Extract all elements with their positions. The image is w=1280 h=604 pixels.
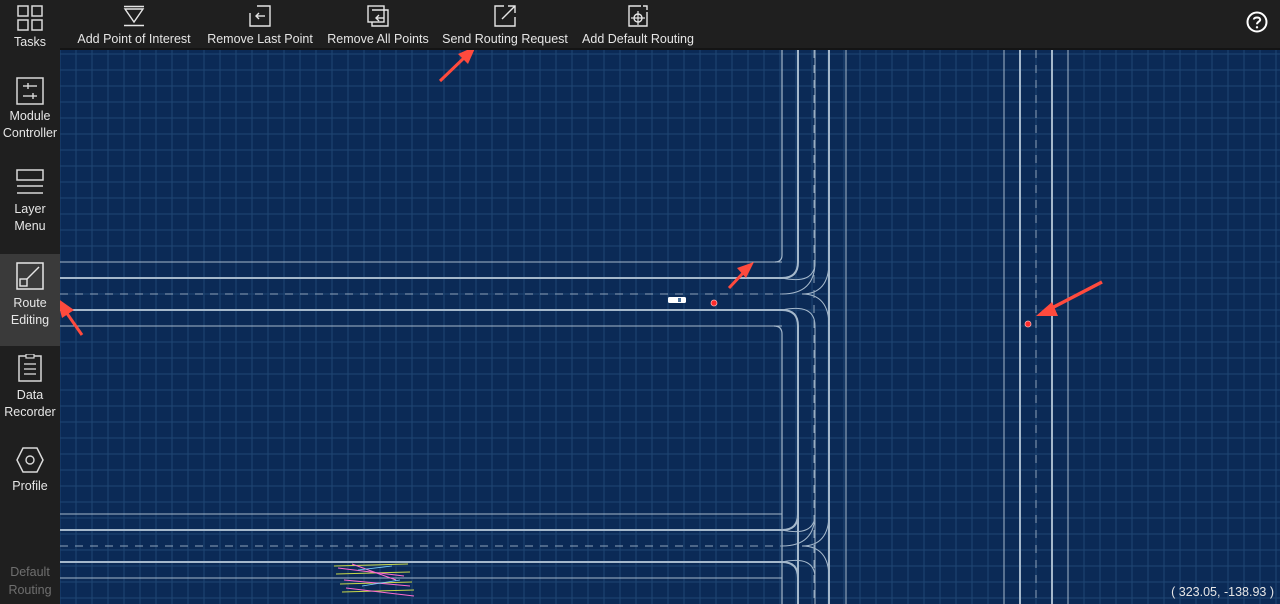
hexagon-icon bbox=[16, 447, 44, 473]
layers-icon bbox=[16, 169, 44, 194]
toolbar-item-label: Remove All Points bbox=[327, 32, 429, 46]
sidebar: Tasks Module Controller Layer Menu Route… bbox=[0, 0, 60, 604]
grid-icon bbox=[17, 5, 43, 31]
sidebar-item-label: Recorder bbox=[4, 405, 56, 419]
toolbar: Add Point of Interest Remove Last Point … bbox=[60, 0, 1280, 50]
remove-last-point-button[interactable]: Remove Last Point bbox=[205, 0, 315, 48]
add-point-icon bbox=[123, 5, 145, 27]
toolbar-item-label: Add Point of Interest bbox=[77, 32, 191, 46]
map-background bbox=[60, 50, 1280, 604]
send-routing-request-button[interactable]: Send Routing Request bbox=[442, 0, 568, 48]
sliders-icon bbox=[16, 77, 44, 105]
sidebar-item-default-routing[interactable]: Default Routing bbox=[0, 561, 60, 604]
routing-point[interactable] bbox=[1024, 320, 1032, 328]
toolbar-item-label: Remove Last Point bbox=[207, 32, 313, 46]
remove-all-icon bbox=[367, 5, 389, 27]
sidebar-item-profile[interactable]: Profile bbox=[0, 440, 60, 500]
send-request-icon bbox=[494, 5, 516, 27]
sidebar-item-layer-menu[interactable]: Layer Menu bbox=[0, 162, 60, 242]
default-routing-icon bbox=[628, 5, 648, 27]
sidebar-item-route-editing[interactable]: Route Editing bbox=[0, 254, 60, 346]
sidebar-item-label: Default bbox=[10, 565, 50, 579]
add-point-of-interest-button[interactable]: Add Point of Interest bbox=[74, 0, 194, 48]
add-default-routing-button[interactable]: Add Default Routing bbox=[580, 0, 696, 48]
sidebar-item-tasks[interactable]: Tasks bbox=[0, 0, 60, 66]
routing-point[interactable] bbox=[710, 299, 718, 307]
map-canvas[interactable] bbox=[60, 50, 1280, 604]
ego-vehicle bbox=[668, 297, 686, 303]
toolbar-item-label: Add Default Routing bbox=[582, 32, 694, 46]
sidebar-item-module-controller[interactable]: Module Controller bbox=[0, 70, 60, 150]
route-icon bbox=[16, 262, 44, 290]
sidebar-item-label: Controller bbox=[2, 126, 58, 140]
sidebar-item-data-recorder[interactable]: Data Recorder bbox=[0, 346, 60, 426]
help-icon[interactable] bbox=[1246, 11, 1268, 33]
sidebar-item-label: Profile bbox=[12, 479, 48, 493]
toolbar-item-label: Send Routing Request bbox=[442, 32, 568, 46]
remove-all-points-button[interactable]: Remove All Points bbox=[326, 0, 430, 48]
cursor-coordinates: ( 323.05, -138.93 ) bbox=[1171, 585, 1274, 599]
clipboard-icon bbox=[18, 354, 42, 382]
sidebar-item-label: Routing bbox=[8, 583, 52, 597]
sidebar-item-label: Menu bbox=[14, 219, 46, 233]
remove-last-icon bbox=[249, 5, 271, 27]
sidebar-item-label: Editing bbox=[10, 313, 50, 327]
sidebar-item-label: Tasks bbox=[14, 35, 46, 49]
